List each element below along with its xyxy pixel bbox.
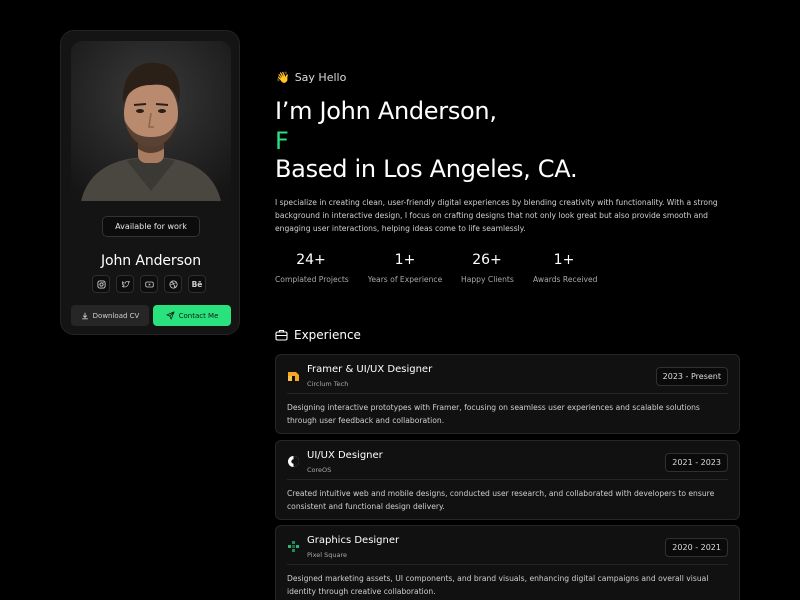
experience-period-badge: 2023 - Present	[655, 367, 728, 386]
greeting-label: Say Hello	[294, 71, 347, 84]
waving-hand-icon: 👋	[276, 71, 290, 84]
stat-awards: 1+ Awards Received	[533, 251, 598, 284]
headline-location: Based in Los Angeles, CA.	[275, 155, 578, 183]
stat-label: Complated Projects	[275, 275, 349, 284]
contact-me-label: Contact Me	[178, 311, 219, 320]
experience-heading: Experience	[275, 328, 361, 342]
pixel-square-logo-icon	[288, 541, 299, 552]
experience-period-badge: 2021 - 2023	[665, 453, 728, 472]
contact-me-button[interactable]: Contact Me	[153, 305, 231, 326]
experience-company: Pixel Square	[307, 551, 347, 559]
experience-company: Circlum Tech	[307, 380, 349, 388]
experience-period-badge: 2020 - 2021	[665, 538, 728, 557]
download-cv-button[interactable]: Download CV	[71, 305, 149, 326]
stat-projects: 24+ Complated Projects	[275, 251, 349, 284]
stat-clients: 26+ Happy Clients	[461, 251, 514, 284]
headline-name: I’m John Anderson,	[275, 97, 497, 125]
divider	[287, 564, 728, 565]
stat-value: 1+	[394, 252, 416, 268]
download-icon	[81, 312, 88, 319]
coreos-logo-icon	[288, 456, 299, 467]
experience-description: Designing interactive prototypes with Fr…	[287, 403, 700, 425]
experience-card: UI/UX Designer CoreOS 2021 - 2023 Create…	[275, 440, 740, 520]
download-cv-label: Download CV	[92, 311, 140, 320]
stat-value: 1+	[553, 252, 575, 268]
bio-paragraph: I specialize in creating clean, user-fri…	[275, 198, 718, 233]
divider	[287, 479, 728, 480]
experience-title: Graphics Designer	[307, 535, 400, 546]
profile-photo	[71, 41, 231, 201]
send-icon	[166, 311, 175, 320]
briefcase-icon	[275, 329, 288, 341]
social-links: Bē	[92, 275, 206, 293]
stat-experience: 1+ Years of Experience	[367, 251, 443, 284]
stat-label: Years of Experience	[367, 275, 443, 284]
experience-title: Framer & UI/UX Designer	[307, 364, 433, 375]
experience-title: UI/UX Designer	[307, 450, 383, 461]
twitter-link[interactable]	[116, 275, 134, 293]
profile-name: John Anderson	[100, 253, 202, 269]
stat-label: Awards Received	[533, 275, 598, 284]
stat-value: 24+	[296, 252, 326, 268]
experience-heading-label: Experience	[294, 328, 361, 342]
experience-description: Designed marketing assets, UI components…	[287, 574, 709, 596]
experience-company: CoreOS	[307, 466, 332, 474]
divider	[287, 393, 728, 394]
youtube-icon	[144, 281, 154, 287]
youtube-link[interactable]	[140, 275, 158, 293]
dribbble-link[interactable]	[164, 275, 182, 293]
experience-description: Created intuitive web and mobile designs…	[287, 489, 715, 511]
instagram-icon	[96, 279, 106, 289]
headline-typing-text: F	[275, 127, 289, 155]
behance-icon: Bē	[191, 279, 203, 289]
dribbble-icon	[168, 279, 178, 289]
greeting: 👋 Say Hello	[276, 71, 346, 84]
availability-badge: Available for work	[102, 216, 200, 237]
experience-card: Framer & UI/UX Designer Circlum Tech 202…	[275, 354, 740, 434]
twitter-icon	[121, 280, 130, 287]
experience-card: Graphics Designer Pixel Square 2020 - 20…	[275, 525, 740, 600]
stat-label: Happy Clients	[461, 275, 514, 284]
behance-link[interactable]: Bē	[188, 275, 206, 293]
circlum-tech-logo-icon	[288, 372, 299, 381]
instagram-link[interactable]	[92, 275, 110, 293]
profile-card: Available for work John Anderson Bē Down…	[60, 30, 240, 335]
stat-value: 26+	[472, 252, 502, 268]
